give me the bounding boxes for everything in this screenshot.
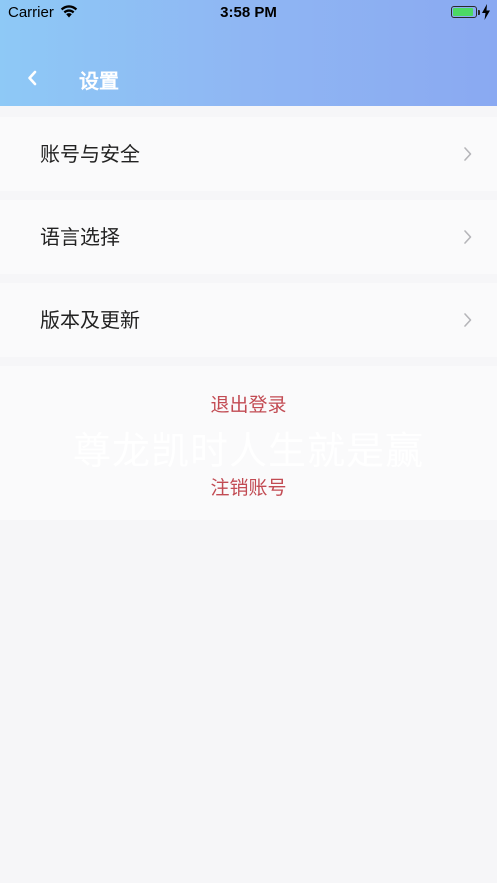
- page-title: 设置: [79, 69, 119, 93]
- settings-item-account-security[interactable]: 账号与安全: [0, 117, 497, 191]
- back-button[interactable]: [18, 62, 46, 94]
- deactivate-account-button[interactable]: 注销账号: [0, 473, 497, 500]
- status-bar: Carrier 3:58 PM: [0, 0, 497, 26]
- chevron-right-icon: [464, 313, 472, 327]
- header-bar: Carrier 3:58 PM 设置: [0, 0, 497, 106]
- settings-item-label: 账号与安全: [40, 142, 140, 166]
- battery-icon: [451, 6, 477, 18]
- chevron-left-icon: [28, 70, 37, 86]
- settings-item-language[interactable]: 语言选择: [0, 200, 497, 274]
- logout-button[interactable]: 退出登录: [0, 390, 497, 417]
- settings-item-label: 版本及更新: [40, 308, 140, 332]
- settings-item-label: 语言选择: [40, 225, 120, 249]
- chevron-right-icon: [464, 230, 472, 244]
- battery-cap: [478, 10, 480, 15]
- lightning-icon: [482, 4, 490, 20]
- settings-item-version-update[interactable]: 版本及更新: [0, 283, 497, 357]
- watermark-text: 尊龙凯时人生就是赢: [72, 429, 424, 473]
- chevron-right-icon: [464, 147, 472, 161]
- clock-time: 3:58 PM: [220, 4, 277, 21]
